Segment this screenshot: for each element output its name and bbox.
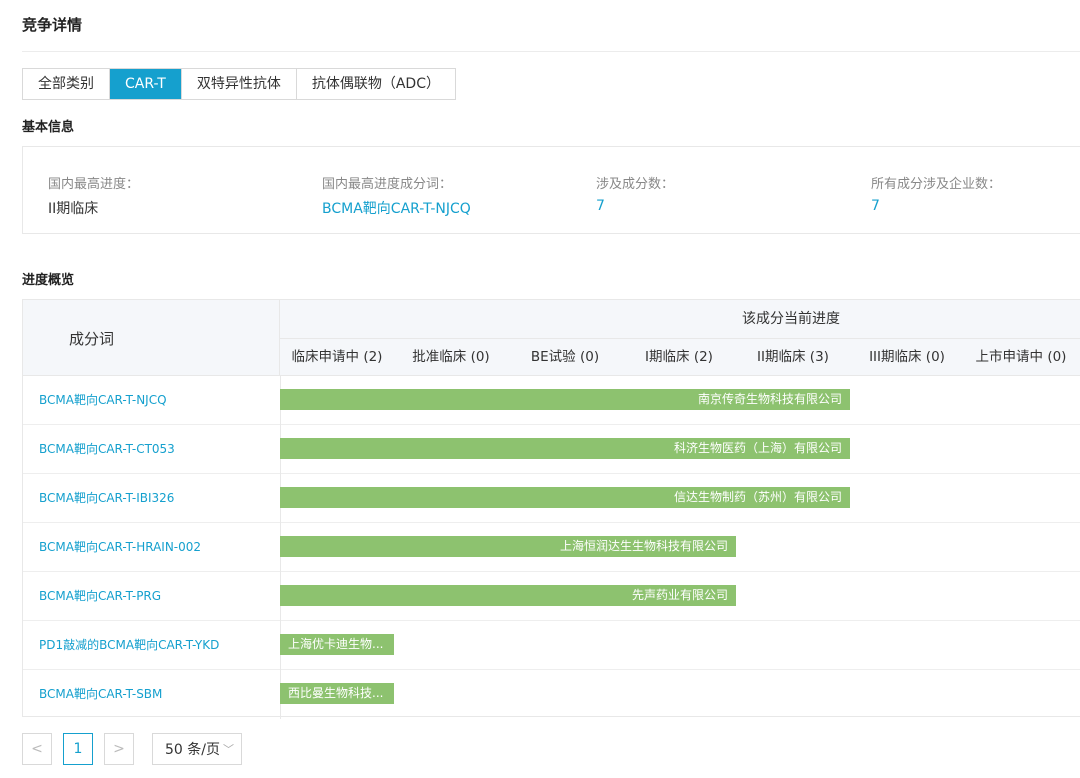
stage-group-label: 该成分当前进度 xyxy=(742,311,840,327)
page-1-button[interactable]: 1 xyxy=(63,733,93,765)
stage-header-cell: BE试验 (0) xyxy=(530,349,600,365)
table-row: BCMA靶向CAR-T-HRAIN-002 上海恒润达生生物科技有限公司 xyxy=(23,523,1080,572)
info-company-count: 所有成分涉及企业数： 7 xyxy=(871,173,1001,214)
progress-bar[interactable]: 南京传奇生物科技有限公司 xyxy=(280,389,850,410)
component-link[interactable]: PD1敲减的BCMA靶向CAR-T-YKD xyxy=(39,621,219,669)
stage-header-cell: 上市申请中 (0) xyxy=(975,349,1067,365)
progress-bar[interactable]: 西比曼生物科技... xyxy=(280,683,394,704)
table-row: BCMA靶向CAR-T-NJCQ 南京传奇生物科技有限公司 xyxy=(23,376,1080,425)
info-link[interactable]: BCMA靶向CAR-T-NJCQ xyxy=(322,198,471,218)
progress-bar[interactable]: 先声药业有限公司 xyxy=(280,585,736,606)
info-label: 国内最高进度成分词： xyxy=(322,177,453,192)
component-link[interactable]: BCMA靶向CAR-T-PRG xyxy=(39,572,161,620)
category-tabs: 全部类别 CAR-T 双特异性抗体 抗体偶联物（ADC） xyxy=(22,68,456,100)
table-row: BCMA靶向CAR-T-SBM 西比曼生物科技... xyxy=(23,670,1080,719)
info-label: 所有成分涉及企业数： xyxy=(871,177,1002,192)
component-link[interactable]: BCMA靶向CAR-T-HRAIN-002 xyxy=(39,523,201,571)
table-row: BCMA靶向CAR-T-CT053 科济生物医药（上海）有限公司 xyxy=(23,425,1080,474)
progress-bar[interactable]: 上海优卡迪生物... xyxy=(280,634,394,655)
next-page-button[interactable]: > xyxy=(104,733,134,765)
component-link[interactable]: BCMA靶向CAR-T-CT053 xyxy=(39,425,175,473)
tab-all[interactable]: 全部类别 xyxy=(23,69,110,99)
table-row: BCMA靶向CAR-T-PRG 先声药业有限公司 xyxy=(23,572,1080,621)
info-highest-stage: 国内最高进度： II期临床 xyxy=(48,173,139,218)
component-link[interactable]: BCMA靶向CAR-T-SBM xyxy=(39,670,162,718)
table-row: BCMA靶向CAR-T-IBI326 信达生物制药（苏州）有限公司 xyxy=(23,474,1080,523)
component-column-header: 成分词 xyxy=(23,300,280,376)
info-highest-component: 国内最高进度成分词： BCMA靶向CAR-T-NJCQ xyxy=(322,173,471,218)
page-size-label: 50 条/页 xyxy=(165,742,220,758)
progress-bar[interactable]: 科济生物医药（上海）有限公司 xyxy=(280,438,850,459)
stage-header-cell: 临床申请中 (2) xyxy=(291,349,383,365)
table-row: PD1敲减的BCMA靶向CAR-T-YKD 上海优卡迪生物... xyxy=(23,621,1080,670)
stage-header: 该成分当前进度 临床申请中 (2) 批准临床 (0) BE试验 (0) I期临床… xyxy=(280,300,1080,376)
progress-title: 进度概览 xyxy=(22,273,75,288)
page-title: 竞争详情 xyxy=(22,16,83,34)
stage-header-cell: I期临床 (2) xyxy=(645,349,713,365)
info-component-count: 涉及成分数： 7 xyxy=(596,173,674,214)
info-value: II期临床 xyxy=(48,201,99,217)
pagination: < 1 > 50 条/页 ﹀ xyxy=(22,733,242,765)
prev-page-button[interactable]: < xyxy=(22,733,52,765)
tab-car-t[interactable]: CAR-T xyxy=(110,69,182,99)
progress-table: 成分词 该成分当前进度 临床申请中 (2) 批准临床 (0) BE试验 (0) … xyxy=(22,299,1080,719)
component-link[interactable]: BCMA靶向CAR-T-IBI326 xyxy=(39,474,174,522)
stage-header-cell: III期临床 (0) xyxy=(869,349,945,365)
page-size-select[interactable]: 50 条/页 ﹀ xyxy=(152,733,242,765)
stage-group-header: 该成分当前进度 xyxy=(280,300,1080,339)
info-link[interactable]: 7 xyxy=(871,198,1001,214)
stage-header-cell: II期临床 (3) xyxy=(757,349,829,365)
info-label: 国内最高进度： xyxy=(48,177,140,192)
info-link[interactable]: 7 xyxy=(596,198,674,214)
component-link[interactable]: BCMA靶向CAR-T-NJCQ xyxy=(39,376,167,424)
basic-info-title: 基本信息 xyxy=(22,120,75,135)
basic-info-panel: 国内最高进度： II期临床 国内最高进度成分词： BCMA靶向CAR-T-NJC… xyxy=(22,146,1080,234)
component-header-label: 成分词 xyxy=(69,330,115,348)
tab-adc[interactable]: 抗体偶联物（ADC） xyxy=(297,69,455,99)
tab-bispecific[interactable]: 双特异性抗体 xyxy=(182,69,297,99)
title-divider xyxy=(22,51,1080,52)
stage-header-cell: 批准临床 (0) xyxy=(412,349,490,365)
chevron-down-icon: ﹀ xyxy=(222,743,234,756)
progress-bar[interactable]: 上海恒润达生生物科技有限公司 xyxy=(280,536,736,557)
progress-bar[interactable]: 信达生物制药（苏州）有限公司 xyxy=(280,487,850,508)
info-label: 涉及成分数： xyxy=(596,177,675,192)
